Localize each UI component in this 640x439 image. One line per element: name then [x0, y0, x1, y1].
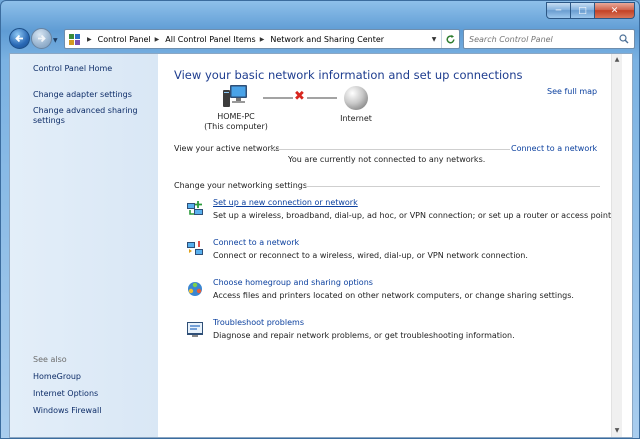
- computer-icon: [221, 84, 251, 110]
- active-networks-heading: View your active networks: [174, 144, 280, 153]
- breadcrumb-separator-icon[interactable]: ▶: [87, 36, 92, 43]
- back-arrow-icon: [15, 34, 23, 43]
- sidebar-item-internet-options[interactable]: Internet Options: [33, 389, 98, 399]
- globe-icon: [344, 86, 368, 110]
- scroll-up-icon[interactable]: ▲: [612, 55, 622, 65]
- connect-network-task-link[interactable]: Connect to a network: [213, 238, 299, 247]
- navigation-bar: ▼ ▶ Control Panel ▶ All Control Panel It…: [1, 25, 639, 53]
- see-full-map-link[interactable]: See full map: [547, 87, 597, 96]
- change-settings-heading: Change your networking settings: [174, 181, 308, 190]
- breadcrumb-network-sharing[interactable]: Network and Sharing Center: [270, 35, 384, 44]
- homegroup-icon: [188, 282, 202, 296]
- internet-label: Internet: [340, 114, 372, 123]
- breadcrumb-separator-icon[interactable]: ▶: [260, 36, 265, 43]
- sidebar-item-control-panel-home[interactable]: Control Panel Home: [33, 64, 112, 74]
- computer-name: HOME-PC: [217, 112, 255, 121]
- see-also-heading: See also: [33, 355, 67, 364]
- connect-network-icon: [187, 241, 203, 255]
- task-connect-network: Connect to a network Connect or reconnec…: [186, 238, 606, 264]
- task-troubleshoot: Troubleshoot problems Diagnose and repai…: [186, 318, 606, 344]
- window-frame: ─ □ ✕ ▼ ▶ Control Panel ▶ All Control Pa…: [0, 0, 640, 439]
- homegroup-options-link[interactable]: Choose homegroup and sharing options: [213, 278, 373, 287]
- main-content: View your basic network information and …: [158, 54, 622, 437]
- control-panel-icon: [65, 30, 83, 48]
- task-description: Set up a wireless, broadband, dial-up, a…: [213, 211, 614, 220]
- close-button[interactable]: ✕: [595, 2, 635, 19]
- sidebar: Control Panel Home Change adapter settin…: [10, 54, 158, 437]
- recent-pages-dropdown[interactable]: ▼: [53, 37, 58, 44]
- refresh-icon[interactable]: [441, 30, 459, 48]
- task-homegroup: Choose homegroup and sharing options Acc…: [186, 278, 606, 304]
- search-icon[interactable]: [619, 34, 629, 44]
- task-new-connection: Set up a new connection or network Set u…: [186, 198, 614, 224]
- page-title: View your basic network information and …: [174, 68, 523, 82]
- network-map-internet[interactable]: Internet: [326, 84, 386, 124]
- network-map-computer[interactable]: HOME-PC (This computer): [196, 84, 276, 132]
- search-input[interactable]: [469, 34, 617, 44]
- map-connection-line: [263, 97, 293, 99]
- troubleshoot-icon: [187, 322, 203, 337]
- troubleshoot-link[interactable]: Troubleshoot problems: [213, 318, 304, 327]
- section-divider: [270, 149, 510, 150]
- breadcrumb-separator-icon[interactable]: ▶: [155, 36, 160, 43]
- maximize-button[interactable]: □: [571, 2, 595, 19]
- sidebar-item-windows-firewall[interactable]: Windows Firewall: [33, 406, 101, 416]
- not-connected-message: You are currently not connected to any n…: [288, 155, 486, 164]
- sidebar-item-adapter-settings[interactable]: Change adapter settings: [33, 90, 132, 100]
- new-connection-icon: [187, 201, 203, 215]
- setup-connection-link[interactable]: Set up a new connection or network: [213, 198, 358, 207]
- address-dropdown-icon[interactable]: ▼: [427, 36, 441, 43]
- computer-subtitle: (This computer): [204, 122, 268, 131]
- back-button[interactable]: [9, 28, 30, 49]
- connect-to-network-link[interactable]: Connect to a network: [511, 144, 597, 153]
- sidebar-item-advanced-sharing[interactable]: Change advanced sharing settings: [33, 106, 145, 126]
- caption-buttons: ─ □ ✕: [546, 2, 635, 19]
- vertical-scrollbar[interactable]: ▲ ▼: [611, 54, 622, 437]
- breadcrumb-control-panel[interactable]: Control Panel: [98, 35, 151, 44]
- task-description: Diagnose and repair network problems, or…: [213, 331, 515, 340]
- address-bar[interactable]: ▶ Control Panel ▶ All Control Panel Item…: [64, 29, 460, 49]
- disconnected-x-icon: ✖: [294, 89, 305, 104]
- sidebar-item-homegroup[interactable]: HomeGroup: [33, 372, 81, 382]
- breadcrumb-all-items[interactable]: All Control Panel Items: [165, 35, 255, 44]
- minimize-button[interactable]: ─: [546, 2, 571, 19]
- task-description: Connect or reconnect to a wireless, wire…: [213, 251, 528, 260]
- section-divider: [306, 186, 600, 187]
- scroll-down-icon[interactable]: ▼: [612, 426, 622, 436]
- forward-button[interactable]: [31, 28, 52, 49]
- search-box: [463, 29, 635, 49]
- task-description: Access files and printers located on oth…: [213, 291, 574, 300]
- forward-arrow-icon: [38, 34, 46, 43]
- client-area: Control Panel Home Change adapter settin…: [9, 53, 633, 438]
